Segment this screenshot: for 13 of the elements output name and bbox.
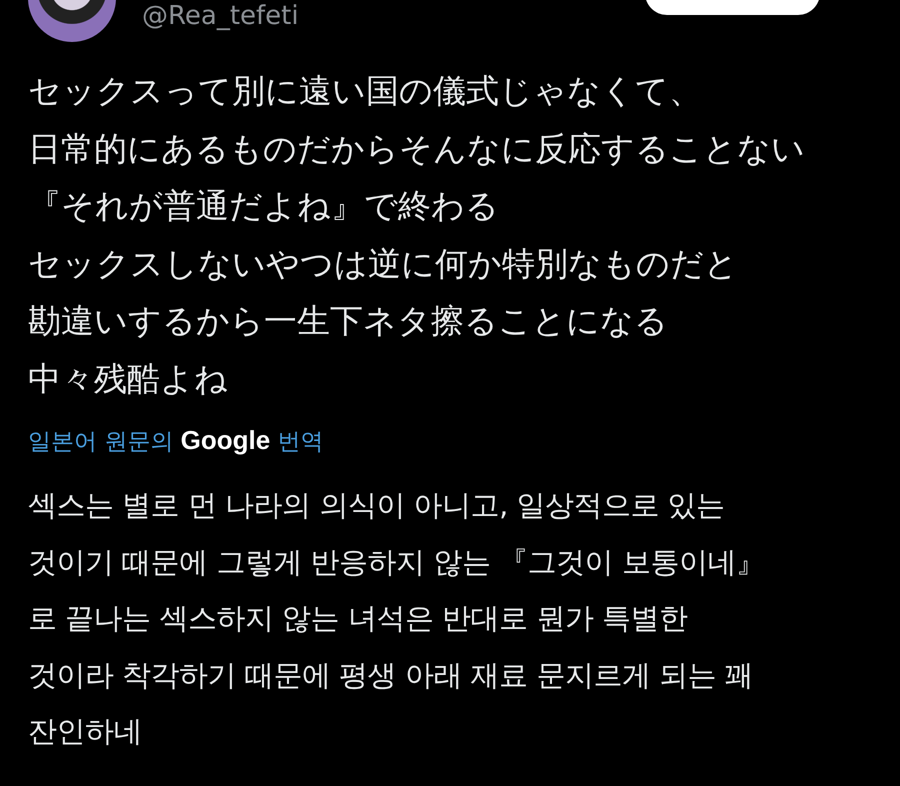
translated-text-line: 로 끝나는 섹스하지 않는 녀석은 반대로 뭔가 특별한 (28, 600, 689, 637)
user-handle: @Rea_tefeti (142, 1, 299, 31)
post-text-line: 中々残酷よね (28, 358, 229, 400)
post-text-line: 『それが普通だよね』で終わる (28, 185, 500, 227)
post-text-line: セックスって別に遠い国の儀式じゃなくて、 (28, 70, 703, 112)
post-text-line: セックスしないやつは逆に何か特別なものだと (28, 242, 739, 284)
translated-text-line: 것이기 때문에 그렇게 반응하지 않는 『그것이 보통이네』 (28, 544, 766, 580)
translated-text-line: 섹스는 별로 먼 나라의 의식이 아니고, 일상적으로 있는 (28, 487, 726, 524)
translated-text-line: 잔인하네 (28, 713, 143, 750)
post-text-line: 日常的にあるものだからそんなに反応することない (28, 128, 806, 170)
translation-note[interactable]: 일본어 원문의 Google 번역 (28, 425, 900, 457)
post-text-line: 勘違いするから一生下ネタ擦ることになる (28, 300, 669, 342)
translated-text-line: 것이라 착각하기 때문에 평생 아래 재료 문지르게 되는 꽤 (28, 656, 754, 694)
